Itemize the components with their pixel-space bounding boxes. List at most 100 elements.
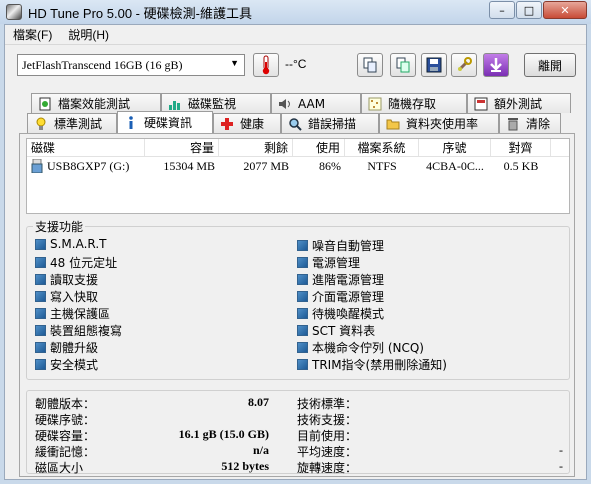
partition-serial: 4CBA-0C...	[426, 158, 484, 173]
avg-speed-value: -	[559, 443, 563, 457]
partition-list-header: 磁碟 容量 剩餘 使用 檔案系統 序號 對齊	[27, 139, 569, 157]
col-serial[interactable]: 序號	[419, 139, 491, 156]
partition-capacity: 15304 MB	[163, 158, 215, 173]
support-label: 技術支援：	[297, 413, 358, 427]
feature-indicator-icon	[35, 291, 46, 302]
feature-write-cache: 寫入快取	[35, 288, 98, 305]
tab-label: 檔案效能測試	[58, 97, 131, 111]
disk-details-group: 韌體版本： 8.07 硬碟序號： 硬碟容量： 16.1 gB (15.0 GB)…	[26, 390, 570, 475]
random-access-icon	[368, 97, 382, 111]
copy-all-icon[interactable]	[390, 53, 416, 77]
capacity-value: 16.1 gB (15.0 GB)	[178, 427, 269, 441]
feature-indicator-icon	[297, 325, 308, 336]
buffer-label: 緩衝記憶：	[35, 445, 96, 459]
col-align[interactable]: 對齊	[491, 139, 551, 156]
tab-aam[interactable]: AAM	[271, 93, 361, 113]
hdtune-app-icon	[6, 4, 22, 20]
menu-file[interactable]: 檔案(F)	[5, 26, 60, 43]
erase-icon	[506, 117, 520, 131]
tab-label: 健康	[240, 117, 265, 131]
firmware-label: 韌體版本：	[35, 397, 96, 411]
tab-health[interactable]: 健康	[213, 113, 281, 133]
tab-folder-usage[interactable]: 資料夾使用率	[379, 113, 499, 133]
serial-label: 硬碟序號：	[35, 413, 96, 427]
tab-benchmark[interactable]: 標準測試	[27, 113, 117, 133]
drive-select[interactable]: JetFlashTranscend 16GB (16 gB) ▼	[17, 54, 245, 76]
menu-bar: 檔案(F) 說明(H)	[5, 25, 586, 45]
tab-row-top: 檔案效能測試 磁碟監視 AAM 隨機存取 額外測試	[31, 93, 571, 113]
tab-label: 標準測試	[54, 117, 103, 131]
feature-interface-power: 介面電源管理	[297, 288, 384, 305]
save-icon[interactable]	[421, 53, 447, 77]
col-capacity[interactable]: 容量	[145, 139, 219, 156]
feature-indicator-icon	[35, 308, 46, 319]
tab-error-scan[interactable]: 錯誤掃描	[281, 113, 379, 133]
toolbar: JetFlashTranscend 16GB (16 gB) ▼ --°C 離開	[5, 47, 586, 85]
minimize-button[interactable]: –	[489, 1, 515, 19]
feature-indicator-icon	[35, 359, 46, 370]
tab-label: AAM	[298, 96, 326, 111]
tab-label: 錯誤掃描	[308, 117, 357, 131]
feature-indicator-icon	[35, 274, 46, 285]
feature-label: 48 位元定址	[50, 256, 118, 270]
tab-row-bottom: 標準測試 硬碟資訊 健康 錯誤掃描 資料夾使用率 清除	[27, 111, 561, 133]
download-arrow-icon[interactable]	[483, 53, 509, 77]
table-row[interactable]: USB8GXP7 (G:) 15304 MB 2077 MB 86% NTFS …	[27, 157, 569, 175]
feature-indicator-icon	[35, 257, 46, 268]
feature-label: 介面電源管理	[312, 290, 385, 304]
maximize-button[interactable]: □	[516, 1, 542, 19]
capacity-label: 硬碟容量：	[35, 429, 96, 443]
tab-label: 資料夾使用率	[406, 117, 479, 131]
tab-file-benchmark[interactable]: 檔案效能測試	[31, 93, 161, 113]
feature-security-mode: 安全模式	[35, 356, 98, 373]
col-disk[interactable]: 磁碟	[27, 139, 145, 156]
tab-label: 硬碟資訊	[144, 116, 193, 130]
partition-disk-name: USB8GXP7 (G:)	[47, 158, 130, 173]
feature-indicator-icon	[297, 359, 308, 370]
feature-label: 安全模式	[50, 358, 99, 372]
tab-label: 額外測試	[494, 97, 543, 111]
buffer-value: n/a	[252, 443, 269, 457]
file-benchmark-icon	[38, 97, 52, 111]
tab-random-access[interactable]: 隨機存取	[361, 93, 467, 113]
tab-label: 磁碟監視	[188, 97, 237, 111]
feature-label: 裝置組態複寫	[50, 324, 123, 338]
feature-read-support: 讀取支援	[35, 271, 98, 288]
tab-erase[interactable]: 清除	[499, 113, 561, 133]
partition-free: 2077 MB	[243, 158, 289, 173]
feature-ncq: 本機命令佇列 (NCQ)	[297, 339, 424, 356]
usb-drive-icon	[31, 158, 43, 174]
feature-label: 讀取支援	[50, 273, 99, 287]
feature-label: S.M.A.R.T	[50, 237, 107, 251]
menu-help[interactable]: 說明(H)	[60, 26, 117, 43]
feature-aam: 噪音自動管理	[297, 237, 384, 254]
tab-disk-monitor[interactable]: 磁碟監視	[161, 93, 271, 113]
folder-usage-icon	[386, 117, 400, 131]
feature-label: 韌體升級	[50, 341, 99, 355]
tab-label: 清除	[526, 117, 551, 131]
avg-speed-label: 平均速度：	[297, 445, 358, 459]
feature-indicator-icon	[297, 342, 308, 353]
feature-sct: SCT 資料表	[297, 322, 375, 339]
tab-extra-tests[interactable]: 額外測試	[467, 93, 571, 113]
col-free[interactable]: 剩餘	[219, 139, 293, 156]
col-used[interactable]: 使用	[293, 139, 345, 156]
feature-power-management: 電源管理	[297, 254, 360, 271]
drive-select-value: JetFlashTranscend 16GB (16 gB)	[22, 57, 183, 72]
disk-monitor-icon	[168, 97, 182, 111]
speaker-icon	[278, 97, 292, 111]
feature-label: TRIM指令(禁用刪除通知)	[312, 358, 447, 372]
exit-button[interactable]: 離開	[524, 53, 576, 77]
info-icon	[124, 115, 138, 130]
partition-list: 磁碟 容量 剩餘 使用 檔案系統 序號 對齊 USB8GXP7 (G:) 153…	[26, 138, 570, 214]
feature-indicator-icon	[297, 240, 308, 251]
feature-puis: 待機喚醒模式	[297, 305, 384, 322]
close-button[interactable]: ✕	[543, 1, 587, 19]
copy-info-icon[interactable]	[357, 53, 383, 77]
feature-label: 本機命令佇列 (NCQ)	[312, 341, 424, 355]
col-filesystem[interactable]: 檔案系統	[345, 139, 419, 156]
feature-apm: 進階電源管理	[297, 271, 384, 288]
tab-disk-info[interactable]: 硬碟資訊	[117, 111, 213, 133]
thermometer-icon[interactable]	[253, 53, 279, 77]
options-wrench-icon[interactable]	[451, 53, 477, 77]
